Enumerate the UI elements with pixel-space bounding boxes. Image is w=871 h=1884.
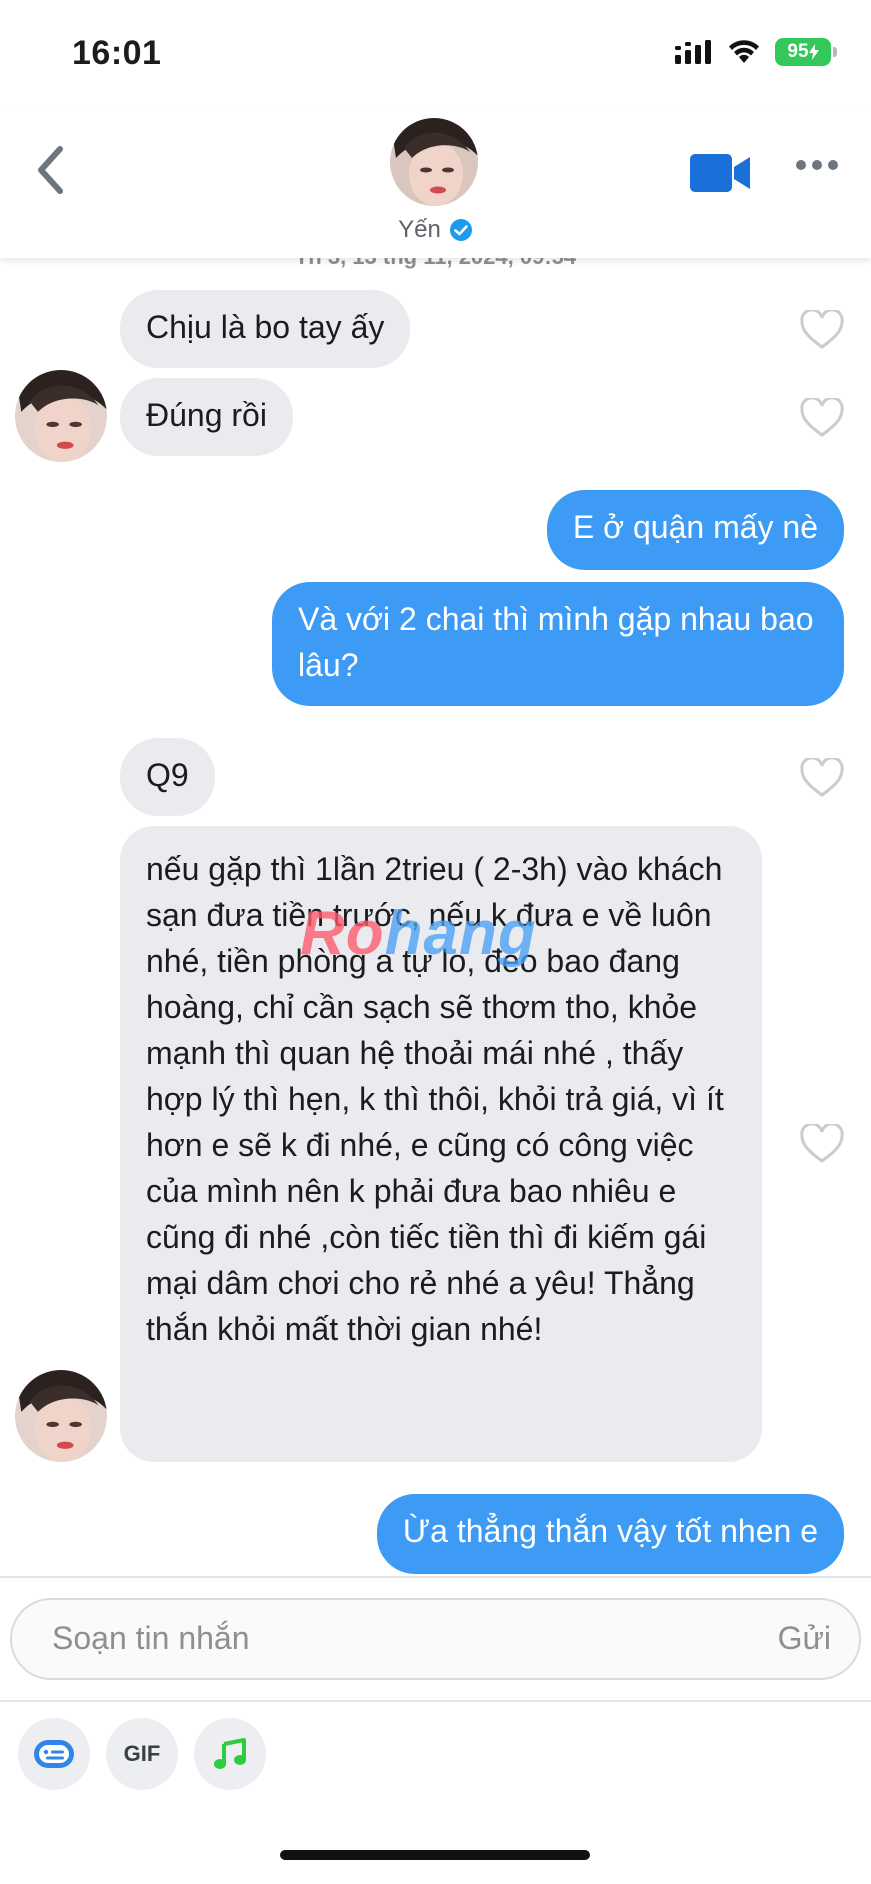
message-bubble-incoming[interactable]: Chịu là bo tay ấy: [120, 290, 411, 368]
battery-indicator: 95: [775, 38, 837, 66]
battery-level: 95: [787, 41, 809, 62]
sender-avatar[interactable]: [15, 1370, 107, 1462]
status-time: 16:01: [72, 34, 162, 72]
more-options-button[interactable]: [796, 160, 838, 170]
message-text: Chịu là bo tay ấy: [146, 309, 385, 345]
back-chevron-icon: [38, 146, 63, 194]
message-bubble-outgoing[interactable]: Ừa thẳng thắn vậy tốt nhen e: [376, 1494, 844, 1574]
heart-icon[interactable]: [800, 310, 844, 350]
contact-avatar[interactable]: [390, 118, 478, 206]
sender-avatar[interactable]: [15, 370, 107, 462]
message-bubble-outgoing[interactable]: Và với 2 chai thì mình gặp nhau bao lâu?: [272, 582, 844, 706]
heart-icon[interactable]: [800, 758, 844, 798]
video-call-button[interactable]: [690, 152, 752, 199]
message-bubble-outgoing[interactable]: E ở quận mấy nè: [546, 490, 844, 570]
music-button[interactable]: [194, 1718, 266, 1790]
watermark: Rohang: [300, 898, 537, 969]
toolbar-divider: [0, 1700, 871, 1702]
composer-divider: [0, 1576, 871, 1578]
status-icons: 95: [675, 38, 837, 66]
gif-button[interactable]: GIF: [106, 1718, 178, 1790]
avatar-photo: [15, 1370, 107, 1462]
message-bubble-incoming[interactable]: Q9: [120, 738, 215, 816]
message-text: E ở quận mấy nè: [572, 509, 818, 545]
cellular-signal-icon: [675, 40, 711, 64]
charging-bolt-icon: [808, 44, 819, 60]
home-indicator: [280, 1850, 590, 1860]
message-text: Đúng rồi: [146, 397, 267, 433]
status-bar: 16:01 95: [0, 0, 871, 110]
send-button[interactable]: Gửi: [778, 1620, 831, 1657]
message-text: Và với 2 chai thì mình gặp nhau bao lâu?: [298, 601, 814, 683]
video-camera-icon: [690, 154, 750, 192]
back-button[interactable]: [28, 140, 72, 200]
sticker-button[interactable]: [18, 1718, 90, 1790]
avatar-photo: [15, 370, 107, 462]
message-text: Ừa thẳng thắn vậy tốt nhen e: [402, 1513, 818, 1549]
wifi-icon: [729, 40, 759, 63]
heart-icon[interactable]: [800, 398, 844, 438]
verified-badge-icon: [449, 219, 472, 241]
contact-name-row[interactable]: Yến: [0, 216, 871, 244]
message-bubble-incoming[interactable]: Đúng rồi: [120, 378, 293, 456]
more-dots-icon: [796, 160, 806, 170]
date-separator: Th 3, 13 thg 11, 2024, 09:54: [0, 258, 871, 270]
message-list[interactable]: Th 3, 13 thg 11, 2024, 09:54 Chịu là bo …: [0, 258, 871, 1576]
watermark-part2: hang: [384, 899, 537, 968]
music-note-icon: [214, 1738, 246, 1769]
message-input[interactable]: Soạn tin nhắn: [52, 1620, 250, 1657]
heart-icon[interactable]: [800, 1124, 844, 1164]
message-composer[interactable]: Soạn tin nhắn Gửi: [10, 1598, 861, 1680]
contact-name: Yến: [398, 216, 441, 243]
chat-header: Yến: [0, 110, 871, 258]
message-text: Q9: [146, 757, 189, 793]
sticker-icon: [34, 1740, 74, 1768]
avatar-photo: [390, 118, 478, 206]
watermark-part1: Ro: [300, 899, 385, 968]
gif-icon: GIF: [123, 1741, 161, 1766]
